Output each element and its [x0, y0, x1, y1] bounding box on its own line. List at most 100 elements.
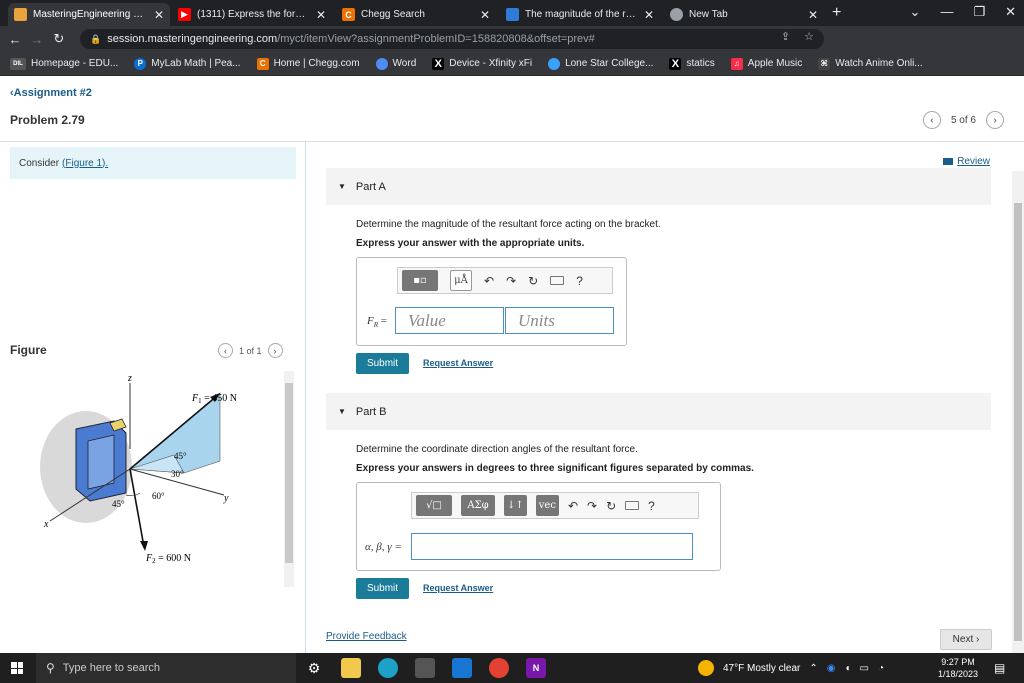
chevron-up-icon[interactable]: ⌃	[809, 663, 817, 674]
battery-icon[interactable]: ▭	[860, 663, 869, 674]
assignment-link[interactable]: ‹Assignment #2	[10, 87, 92, 99]
dil-icon: DIL	[10, 57, 26, 70]
next-button[interactable]: Next ›	[940, 629, 992, 650]
bookmark-chegg[interactable]: C Home | Chegg.com	[256, 57, 360, 70]
weather-icon[interactable]	[698, 660, 714, 676]
part-b-toolbar: √□ ΑΣφ ↓↑ vec ↶ ↷ ↻ ?	[411, 492, 699, 519]
store-icon[interactable]	[415, 658, 435, 678]
bookmark-label: Homepage - EDU...	[31, 58, 119, 69]
page-scrollbar[interactable]	[1012, 171, 1024, 653]
part-a-label: Part A	[355, 180, 386, 193]
undo-icon[interactable]: ↶	[484, 274, 494, 288]
units-button[interactable]: μÅ	[450, 270, 472, 291]
wifi-icon[interactable]: ◔	[878, 663, 884, 674]
greek-letters-button[interactable]: ΑΣφ	[461, 495, 495, 516]
help-icon[interactable]: ?	[648, 499, 655, 513]
figure-scroll-thumb[interactable]	[285, 383, 293, 563]
settings-icon[interactable]: ⚙	[304, 658, 324, 678]
clock-time: 9:27 PM	[941, 657, 975, 667]
value-input[interactable]: Value	[395, 307, 504, 334]
close-icon[interactable]: ✕	[154, 8, 164, 22]
redo-icon[interactable]: ↷	[587, 499, 597, 513]
bookmark-star-icon[interactable]: ☆	[804, 30, 814, 43]
close-window-icon[interactable]: ✕	[1005, 4, 1016, 20]
figure-link[interactable]: (Figure 1).	[62, 158, 108, 169]
bluetooth-icon[interactable]: ◉	[827, 663, 836, 674]
tab-mastering[interactable]: MasteringEngineering Maste ✕	[8, 3, 170, 26]
part-a-request-answer-link[interactable]: Request Answer	[423, 358, 493, 368]
address-bar[interactable]: 🔒 session.masteringengineering.com /myct…	[80, 29, 824, 49]
taskbar-search[interactable]: ⚲ Type here to search	[36, 653, 296, 683]
next-figure-button[interactable]: ›	[267, 343, 283, 358]
bookmark-statics[interactable]: X statics	[669, 57, 715, 70]
keyboard-icon[interactable]	[550, 276, 565, 285]
tab-chegg[interactable]: C Chegg Search ✕	[336, 3, 496, 26]
notifications-icon[interactable]: ▤	[994, 661, 1005, 675]
bookmark-xfinity[interactable]: X Device - Xfinity xFi	[432, 57, 532, 70]
volume-icon[interactable]: ◖	[844, 663, 850, 674]
part-b-request-answer-link[interactable]: Request Answer	[423, 583, 493, 593]
sqrt-template-icon[interactable]: √□	[416, 495, 452, 516]
close-icon[interactable]: ✕	[316, 8, 326, 22]
weather-text[interactable]: 47°F Mostly clear	[723, 663, 800, 674]
close-icon[interactable]: ✕	[808, 8, 818, 22]
keyboard-icon[interactable]	[625, 501, 640, 510]
templates-icon[interactable]: ▪▫	[402, 270, 438, 291]
chrome-icon[interactable]	[489, 658, 509, 678]
review-link[interactable]: Review	[943, 156, 990, 167]
part-b-submit-button[interactable]: Submit	[356, 578, 409, 599]
page-content: ‹Assignment #2 Problem 2.79 ‹ 5 of 6 › C…	[0, 77, 1024, 653]
search-icon: ⚲	[46, 661, 55, 675]
onenote-icon[interactable]: N	[526, 658, 546, 678]
part-b-label: Part B	[355, 405, 387, 418]
reset-icon[interactable]: ↻	[528, 274, 538, 288]
back-icon[interactable]: ←	[4, 32, 26, 47]
part-b-header[interactable]: ▼ Part B	[326, 393, 991, 430]
vector-button[interactable]: vec	[535, 495, 559, 516]
start-button[interactable]	[0, 653, 34, 683]
clock[interactable]: 9:27 PM 1/18/2023	[938, 656, 978, 680]
part-a-answer-box: ▪▫ μÅ ↶ ↷ ↻ ? FR = Value Units	[356, 257, 627, 346]
close-icon[interactable]: ✕	[480, 8, 490, 22]
close-icon[interactable]: ✕	[644, 8, 654, 22]
reload-icon[interactable]: ↻	[48, 31, 70, 47]
tab-youtube[interactable]: ▶ (1311) Express the forces in ✕	[172, 3, 332, 26]
mail-icon[interactable]	[452, 658, 472, 678]
bookmark-word[interactable]: Word	[375, 57, 416, 70]
prev-figure-button[interactable]: ‹	[218, 343, 233, 358]
reset-icon[interactable]: ↻	[606, 499, 616, 513]
subscript-button[interactable]: ↓↑	[504, 495, 527, 516]
omnibox-actions: ⇪ ☆	[781, 30, 814, 43]
maximize-icon[interactable]: ❐	[973, 4, 985, 20]
page-scroll-thumb[interactable]	[1014, 203, 1022, 641]
help-icon[interactable]: ?	[576, 274, 583, 288]
units-input[interactable]: Units	[505, 307, 614, 334]
force-diagram: z x y F1 = 450 N F2 = 600 N 45° 30° 60° …	[40, 373, 237, 565]
bookmark-apple-music[interactable]: ♫ Apple Music	[730, 57, 802, 70]
figure-scrollbar[interactable]	[284, 371, 294, 587]
f2-arrowhead	[140, 541, 148, 551]
redo-icon[interactable]: ↷	[506, 274, 516, 288]
f1-label: F1 = 450 N	[191, 393, 237, 405]
angles-input[interactable]	[411, 533, 693, 560]
tab-newtab[interactable]: New Tab ✕	[664, 3, 824, 26]
next-problem-button[interactable]: ›	[986, 111, 1004, 129]
part-a-header[interactable]: ▼ Part A	[326, 168, 991, 205]
file-explorer-icon[interactable]	[341, 658, 361, 678]
tab-brainly[interactable]: The magnitude of the resulta ✕	[500, 3, 660, 26]
forward-icon[interactable]: →	[26, 32, 48, 47]
new-tab-button[interactable]: +	[832, 4, 841, 22]
undo-icon[interactable]: ↶	[568, 499, 578, 513]
part-a-submit-button[interactable]: Submit	[356, 353, 409, 374]
bookmark-lonestar[interactable]: Lone Star College...	[548, 57, 653, 70]
prev-problem-button[interactable]: ‹	[922, 111, 941, 129]
provide-feedback-link[interactable]: Provide Feedback	[326, 631, 407, 642]
bookmark-homepage[interactable]: DIL Homepage - EDU...	[10, 57, 119, 70]
bookmark-anime[interactable]: ⌘ Watch Anime Onli...	[818, 57, 923, 70]
tab-search-icon[interactable]: ⌄	[910, 4, 921, 20]
lonestar-icon	[548, 57, 561, 70]
edge-icon[interactable]	[378, 658, 398, 678]
bookmark-mylab[interactable]: P MyLab Math | Pea...	[134, 57, 241, 70]
minimize-icon[interactable]: —	[940, 4, 953, 20]
share-icon[interactable]: ⇪	[781, 30, 790, 43]
